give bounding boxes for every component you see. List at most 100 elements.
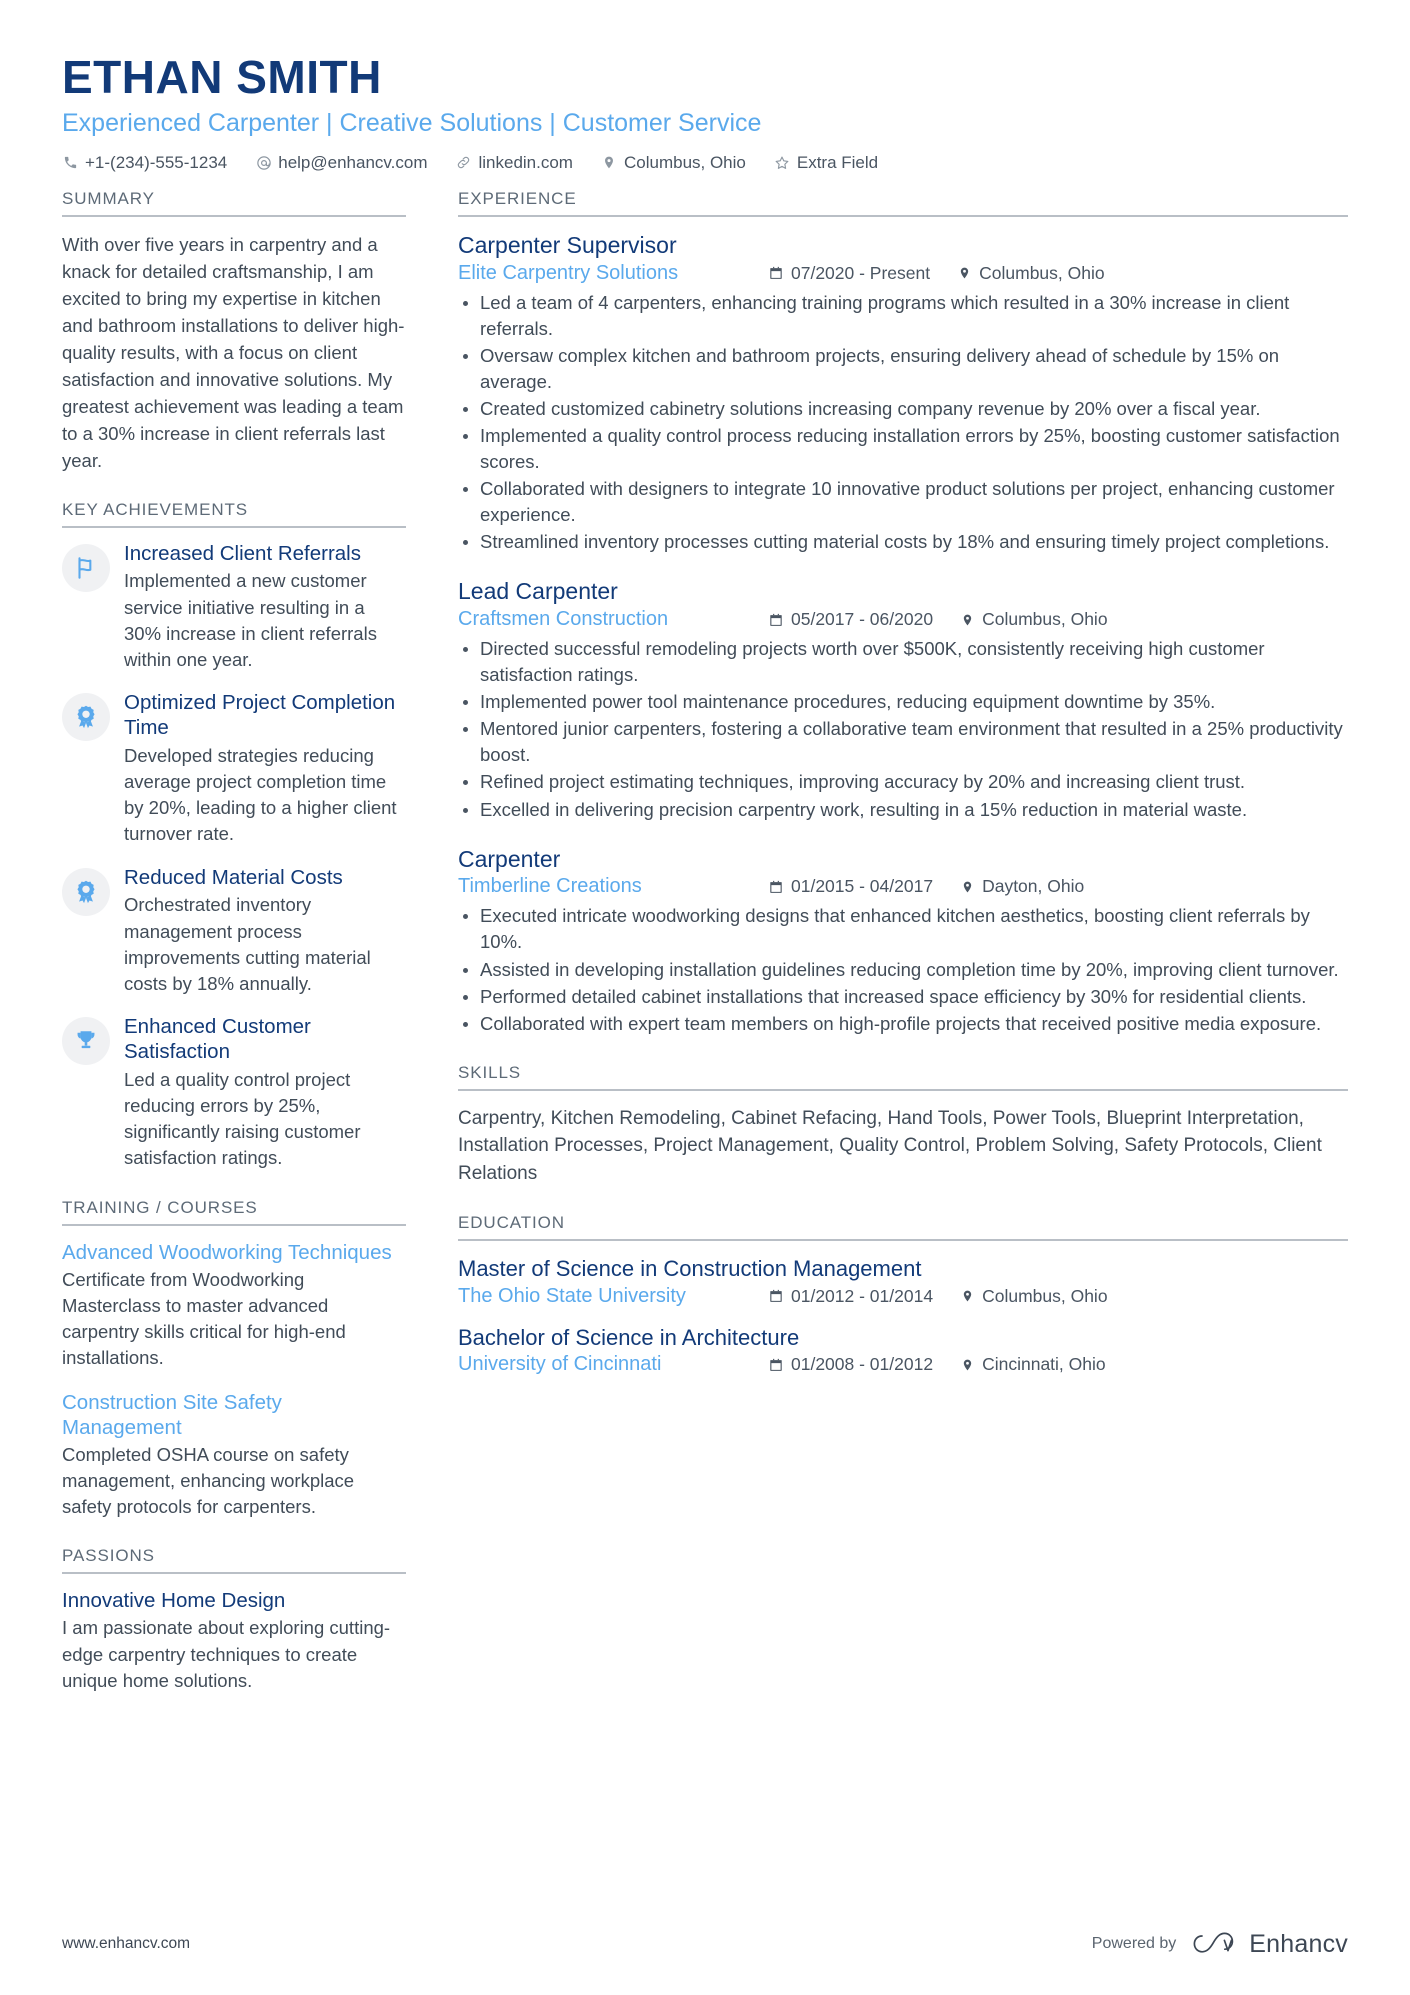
job-bullets: Directed successful remodeling projects … (458, 636, 1348, 823)
contact-row: +1-(234)-555-1234 help@enhancv.com linke… (62, 153, 1348, 173)
footer-website-url[interactable]: www.enhancv.com (62, 1935, 190, 1953)
training-description: Completed OSHA course on safety manageme… (62, 1443, 355, 1518)
job-role: Carpenter Supervisor (458, 231, 677, 258)
job-bullet: Led a team of 4 carpenters, enhancing tr… (458, 290, 1348, 342)
award-ribbon-icon (62, 867, 110, 916)
job-company[interactable]: Craftsmen Construction (458, 608, 768, 631)
achievement-title: Increased Client Referrals (124, 541, 361, 565)
education-location-text: Columbus, Ohio (982, 1285, 1108, 1306)
contact-phone[interactable]: +1-(234)-555-1234 (62, 153, 227, 173)
contact-link-text: linkedin.com (478, 152, 573, 172)
section-title-education: EDUCATION (458, 1213, 565, 1233)
training-title[interactable]: Advanced Woodworking Techniques (62, 1240, 406, 1265)
education-dates: 01/2008 - 01/2012 (768, 1354, 933, 1375)
education-entry: Bachelor of Science in Architecture Univ… (458, 1324, 1348, 1377)
contact-location-text: Columbus, Ohio (623, 152, 746, 172)
job-company[interactable]: Elite Carpentry Solutions (458, 262, 768, 285)
location-pin-icon (959, 612, 975, 628)
contact-extra-field[interactable]: Extra Field (774, 153, 878, 173)
job-dates: 05/2017 - 06/2020 (768, 609, 933, 630)
resume-header: ETHAN SMITH Experienced Carpenter | Crea… (62, 51, 1348, 173)
achievement-body: Increased Client Referrals Implemented a… (124, 542, 406, 674)
job-dates-text: 07/2020 - Present (791, 262, 931, 283)
education-dates-text: 01/2008 - 01/2012 (791, 1354, 934, 1375)
candidate-headline: Experienced Carpenter | Creative Solutio… (62, 108, 762, 137)
job-location-text: Dayton, Ohio (982, 876, 1085, 897)
job-bullet: Refined project estimating techniques, i… (458, 769, 1348, 795)
powered-by-label: Powered by (1091, 1935, 1177, 1952)
section-divider (62, 1223, 406, 1226)
achievement-item: Increased Client Referrals Implemented a… (62, 542, 406, 674)
education-school[interactable]: The Ohio State University (458, 1285, 768, 1308)
job-bullet: Excelled in delivering precision carpent… (458, 797, 1348, 823)
contact-email[interactable]: help@enhancv.com (255, 153, 427, 173)
experience-entry: Carpenter Supervisor Elite Carpentry Sol… (458, 231, 1348, 556)
contact-location[interactable]: Columbus, Ohio (601, 153, 746, 173)
job-location: Columbus, Ohio (956, 262, 1105, 284)
education-degree: Master of Science in Construction Manage… (458, 1256, 922, 1282)
section-title-training-courses: TRAINING / COURSES (62, 1197, 258, 1217)
section-divider (458, 1088, 1348, 1091)
star-icon (774, 154, 791, 171)
contact-link[interactable]: linkedin.com (455, 153, 573, 173)
achievement-description: Orchestrated inventory management proces… (124, 894, 371, 995)
education-meta: The Ohio State University 01/2012 - 01/2… (458, 1285, 1348, 1308)
job-location-text: Columbus, Ohio (982, 609, 1108, 630)
section-experience: EXPERIENCE Carpenter Supervisor Elite Ca… (458, 189, 1348, 1037)
job-bullet: Directed successful remodeling projects … (458, 636, 1348, 688)
job-role: Lead Carpenter (458, 578, 618, 605)
link-icon (455, 154, 472, 171)
footer-brand: Powered by Enhancv (1092, 1929, 1348, 1959)
calendar-icon (768, 265, 784, 281)
training-item: Construction Site Safety Management Comp… (62, 1390, 406, 1521)
section-summary: SUMMARY With over five years in carpentr… (62, 189, 406, 474)
job-meta: Timberline Creations 01/2015 - 04/2017 D… (458, 875, 1348, 898)
experience-entry: Carpenter Timberline Creations 01/2015 -… (458, 845, 1348, 1037)
resume-columns: SUMMARY With over five years in carpentr… (62, 189, 1348, 1720)
skills-text: Carpentry, Kitchen Remodeling, Cabinet R… (458, 1107, 1322, 1184)
training-item: Advanced Woodworking Techniques Certific… (62, 1240, 406, 1372)
achievement-description: Developed strategies reducing average pr… (124, 744, 397, 845)
phone-icon (62, 154, 79, 171)
contact-extra-field-text: Extra Field (796, 152, 879, 172)
job-location-text: Columbus, Ohio (979, 262, 1105, 283)
job-bullet: Implemented power tool maintenance proce… (458, 689, 1348, 715)
achievement-item: Reduced Material Costs Orchestrated inve… (62, 866, 406, 998)
section-education: EDUCATION Master of Science in Construct… (458, 1213, 1348, 1376)
achievement-title: Optimized Project Completion Time (124, 691, 396, 740)
job-bullet: Mentored junior carpenters, fostering a … (458, 716, 1348, 768)
brand-name: Enhancv (1249, 1929, 1348, 1958)
job-bullet: Assisted in developing installation guid… (458, 957, 1348, 983)
job-bullet: Oversaw complex kitchen and bathroom pro… (458, 343, 1348, 395)
location-pin-icon (959, 1288, 975, 1304)
job-dates: 07/2020 - Present (768, 263, 930, 284)
section-key-achievements: KEY ACHIEVEMENTS Increased Client Referr… (62, 500, 406, 1172)
training-description: Certificate from Woodworking Masterclass… (62, 1268, 346, 1369)
job-bullet: Executed intricate woodworking designs t… (458, 903, 1348, 955)
job-bullet: Collaborated with designers to integrate… (458, 476, 1348, 528)
job-meta: Craftsmen Construction 05/2017 - 06/2020 (458, 608, 1348, 631)
candidate-name: ETHAN SMITH (62, 51, 382, 103)
achievement-item: Optimized Project Completion Time Develo… (62, 691, 406, 847)
right-column: EXPERIENCE Carpenter Supervisor Elite Ca… (434, 189, 1348, 1403)
location-pin-icon (959, 1357, 975, 1373)
training-title[interactable]: Construction Site Safety Management (62, 1390, 406, 1440)
section-divider (458, 214, 1348, 217)
achievement-item: Enhanced Customer Satisfaction Led a qua… (62, 1015, 406, 1171)
achievement-body: Optimized Project Completion Time Develo… (124, 691, 406, 847)
job-company[interactable]: Timberline Creations (458, 875, 768, 898)
location-pin-icon (601, 154, 618, 171)
section-title-experience: EXPERIENCE (458, 188, 577, 208)
job-location: Columbus, Ohio (959, 609, 1108, 630)
job-bullets: Led a team of 4 carpenters, enhancing tr… (458, 290, 1348, 556)
contact-phone-text: +1-(234)-555-1234 (85, 152, 228, 172)
section-divider (62, 1572, 406, 1575)
calendar-icon (768, 612, 784, 628)
calendar-icon (768, 1357, 784, 1373)
education-school[interactable]: University of Cincinnati (458, 1353, 768, 1376)
job-role: Carpenter (458, 845, 561, 872)
contact-email-text: help@enhancv.com (278, 152, 428, 172)
section-divider (458, 1239, 1348, 1242)
summary-text: With over five years in carpentry and a … (62, 233, 405, 471)
job-bullet: Collaborated with expert team members on… (458, 1011, 1348, 1037)
